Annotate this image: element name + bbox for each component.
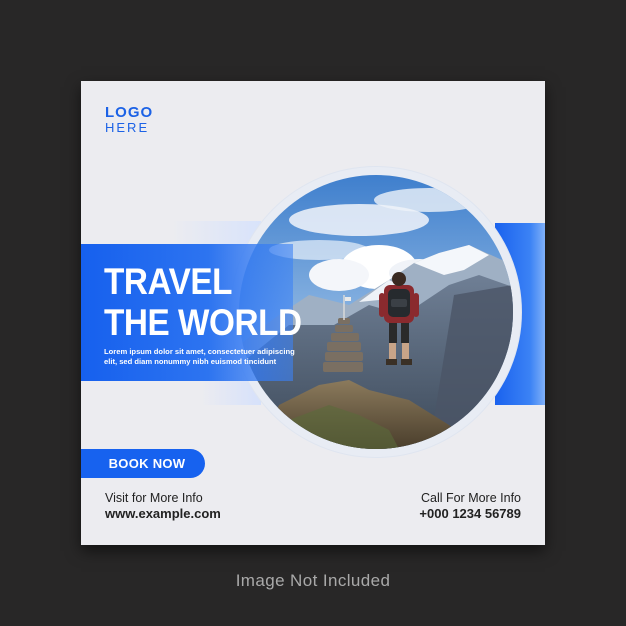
logo-line2: HERE — [105, 120, 150, 135]
headline-line1: TRAVEL — [104, 261, 233, 302]
headline: TRAVEL THE WORLD — [104, 261, 302, 343]
body-text-line2: elit, sed diam nonummy nibh euismod tinc… — [104, 357, 277, 366]
call-info: Call For More Info +000 1234 56789 — [419, 490, 521, 522]
call-label: Call For More Info — [420, 491, 521, 505]
image-not-included-caption: Image Not Included — [235, 571, 391, 590]
body-text-line1: Lorem ipsum dolor sit amet, consectetuer… — [104, 347, 295, 356]
visit-info: Visit for More Info www.example.com — [105, 490, 221, 522]
logo: LOGO HERE — [105, 105, 153, 135]
social-post-card: LOGO HERE TRAVEL THE WORLD Lorem ipsum d… — [81, 81, 545, 545]
book-now-button[interactable]: BOOK NOW — [81, 449, 205, 478]
website-link[interactable]: www.example.com — [105, 506, 221, 522]
visit-label: Visit for More Info — [105, 491, 203, 505]
body-text: Lorem ipsum dolor sit amet, consectetuer… — [104, 347, 304, 367]
logo-line1: LOGO — [105, 104, 154, 121]
headline-line2: THE WORLD — [104, 302, 302, 343]
phone-number: +000 1234 56789 — [419, 506, 521, 521]
